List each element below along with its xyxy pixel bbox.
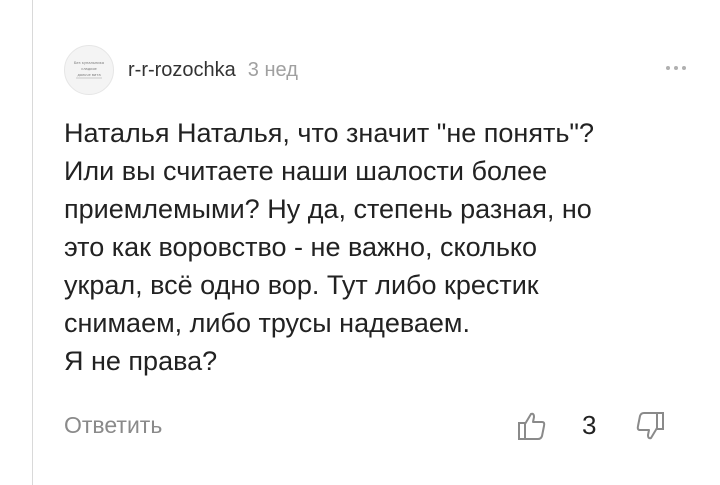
avatar-text-3: дольче вита	[77, 73, 100, 77]
avatar-text-1: Без купальника	[74, 61, 104, 65]
comment-text-line: украл, всё одно вор. Тут либо крестик	[64, 270, 539, 300]
like-button[interactable]	[514, 408, 550, 444]
like-count: 3	[582, 410, 597, 440]
thumb-down-icon	[636, 412, 664, 440]
comment-header: Без купальника сладкое дольче вита r-r-r…	[64, 44, 694, 96]
thread-line	[32, 0, 33, 485]
username[interactable]: r-r-rozochka	[128, 59, 236, 82]
avatar-image: Без купальника сладкое дольче вита	[74, 61, 104, 79]
comment-text: Наталья Наталья, что значит "не понять"?…	[64, 114, 694, 380]
avatar-text-2: сладкое	[81, 67, 97, 71]
comment-footer: Ответить 3	[64, 408, 694, 448]
comment-text-line: Я не права?	[64, 346, 218, 376]
comment-text-line: это как воровство - не важно, сколько	[64, 232, 538, 262]
more-dots-icon[interactable]	[658, 58, 694, 78]
comment-text-line: Или вы считаете наши шалости более	[64, 156, 548, 186]
thumb-up-icon	[518, 412, 546, 440]
comment-text-line: снимаем, либо трусы надеваем.	[64, 308, 470, 338]
reply-button[interactable]: Ответить	[64, 412, 162, 439]
comment-text-line: Наталья Наталья, что значит "не понять"?	[64, 118, 594, 148]
avatar[interactable]: Без купальника сладкое дольче вита	[64, 45, 114, 95]
dislike-button[interactable]	[632, 408, 668, 444]
comment-text-line: приемлемыми? Ну да, степень разная, но	[64, 194, 592, 224]
timestamp: 3 нед	[247, 58, 298, 81]
comment: Без купальника сладкое дольче вита r-r-r…	[64, 44, 694, 448]
